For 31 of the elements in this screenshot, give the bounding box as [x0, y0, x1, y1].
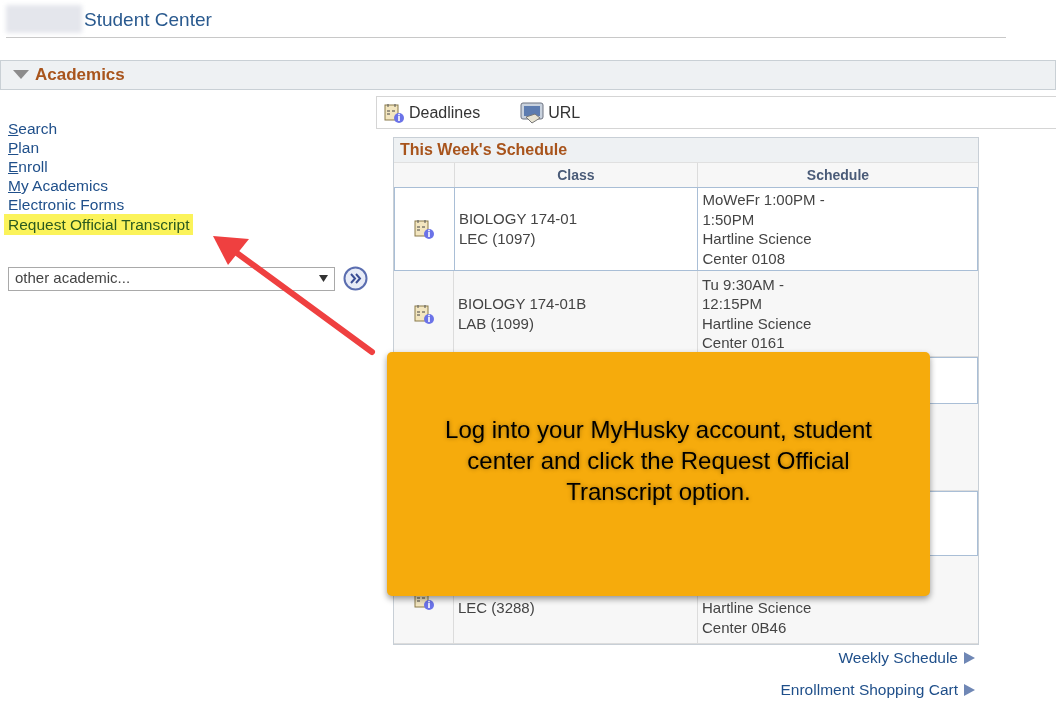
- schedule-cell-text: MoWeFr 1:00PM - 1:50PM Hartline Science Center 0108: [702, 190, 826, 268]
- go-button[interactable]: [343, 266, 368, 291]
- toolbar-button[interactable]: URL: [520, 100, 581, 125]
- schedule-cell-text: Tu 9:30AM - 12:15PM Hartline Science Center 0161: [702, 274, 813, 353]
- play-arrow-icon: [964, 683, 975, 696]
- calendar-info-icon: [383, 101, 405, 124]
- schedule-link[interactable]: Enrollment Shopping Cart: [780, 678, 975, 701]
- play-arrow-icon: [964, 651, 975, 664]
- class-cell-text: LEC (3288): [458, 598, 536, 618]
- section-header[interactable]: Academics: [0, 60, 1056, 90]
- page-title: Student Center: [84, 8, 212, 32]
- academic-link[interactable]: Plan: [8, 138, 40, 157]
- column-header: Schedule: [805, 166, 871, 185]
- academic-link[interactable]: Search: [8, 119, 58, 138]
- monitor-icon: [520, 101, 545, 124]
- academic-link[interactable]: Enroll: [8, 157, 48, 176]
- toolbar-button[interactable]: Deadlines: [383, 100, 481, 125]
- dropdown-caret-icon: [319, 275, 328, 282]
- callout-note: Log into your MyHusky account, student center and click the Request Official Transcript option.: [387, 352, 930, 596]
- panel-title: This Week's Schedule: [394, 138, 978, 162]
- calendar-info-icon: [413, 218, 436, 240]
- academic-link[interactable]: My Academics: [8, 176, 108, 195]
- calendar-info-icon: [412, 302, 435, 325]
- schedule-cell-text: Hartline Science Center 0B46: [702, 598, 813, 637]
- academic-link[interactable]: Request Official Transcript: [4, 214, 194, 235]
- class-cell-text: BIOLOGY 174-01 LEC (1097): [458, 209, 578, 249]
- academic-link[interactable]: Electronic Forms: [8, 195, 125, 214]
- dropdown[interactable]: other academic...: [8, 266, 335, 291]
- section-title: Academics: [35, 64, 125, 87]
- class-cell-text: BIOLOGY 174-01B LAB (1099): [458, 293, 588, 334]
- schedule-link[interactable]: Weekly Schedule: [838, 646, 975, 670]
